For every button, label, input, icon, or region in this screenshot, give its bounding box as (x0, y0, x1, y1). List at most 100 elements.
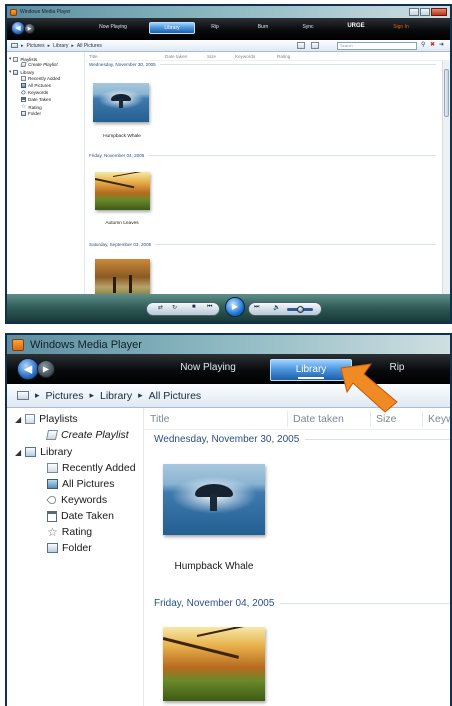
photo-thumbnail[interactable] (93, 83, 149, 122)
column-rating[interactable]: Rating (277, 54, 290, 59)
forward-button[interactable]: ▶ (24, 23, 35, 34)
clear-search-icon[interactable]: ✖ (430, 41, 435, 48)
sidebar-label: Create Playlist (61, 429, 129, 441)
tag-icon (20, 89, 27, 96)
forward-arrow-icon: ▶ (42, 364, 50, 374)
group-header[interactable]: Friday, November 04, 2005 (154, 598, 450, 609)
layout-options-icon[interactable] (297, 42, 305, 49)
photo-detail (129, 275, 132, 293)
volume-knob[interactable] (297, 306, 304, 313)
photo-thumbnail[interactable] (95, 259, 150, 299)
photo-thumbnail[interactable] (163, 464, 265, 535)
sidebar-item-keywords[interactable]: Keywords (46, 494, 107, 506)
column-title[interactable]: Title (150, 413, 169, 425)
maximize-icon[interactable] (420, 8, 430, 16)
breadcrumb-pictures[interactable]: Pictures (46, 390, 84, 402)
column-divider[interactable] (422, 411, 423, 427)
sidebar-item-folder[interactable]: Folder (47, 542, 92, 554)
sidebar-label: Keywords (28, 90, 49, 95)
tab-rip[interactable]: Rip (203, 24, 227, 30)
go-arrow-icon[interactable]: ➜ (439, 41, 444, 48)
breadcrumb-separator-icon: ▸ (89, 390, 94, 400)
column-divider[interactable] (287, 411, 288, 427)
sidebar-item-date-taken[interactable]: Date Taken (47, 510, 114, 522)
sidebar-item-playlists[interactable]: ◢ Playlists (15, 413, 78, 425)
sidebar-item-rating[interactable]: ☆ Rating (21, 104, 42, 110)
shuffle-icon[interactable]: ⇄ (158, 304, 163, 311)
sidebar-item-create-playlist[interactable]: Create Playlist (20, 62, 58, 67)
sidebar-label: Folder (62, 542, 92, 554)
sidebar-item-rating[interactable]: ☆ Rating (47, 526, 92, 538)
search-icon[interactable]: ⚲ (421, 41, 425, 48)
sidebar-label: Recently Added (28, 76, 61, 81)
breadcrumb-library[interactable]: Library (53, 43, 68, 49)
sidebar-item-date-taken[interactable]: Date Taken (21, 97, 51, 102)
column-title[interactable]: Title (89, 54, 98, 59)
breadcrumb-pictures[interactable]: Pictures (27, 43, 45, 49)
photo-thumbnail[interactable] (163, 627, 265, 701)
sidebar-item-keywords[interactable]: Keywords (20, 89, 49, 96)
sidebar-label: Date Taken (61, 510, 114, 522)
play-button[interactable]: ▶ (225, 297, 245, 317)
repeat-icon[interactable]: ↻ (172, 304, 177, 311)
search-input[interactable]: Search (337, 42, 417, 50)
calendar-icon (47, 510, 57, 522)
sidebar-item-folder[interactable]: Folder (21, 111, 41, 116)
previous-icon[interactable]: ⏮ (207, 304, 212, 311)
breadcrumb-library[interactable]: Library (100, 390, 132, 402)
scrollbar-thumb[interactable] (444, 69, 449, 117)
expand-arrow-icon[interactable]: ◢ (15, 415, 21, 424)
sidebar-label: All Pictures (62, 478, 115, 490)
star-icon: ☆ (47, 525, 58, 539)
breadcrumb-all-pictures[interactable]: All Pictures (77, 43, 102, 49)
forward-button[interactable]: ▶ (37, 360, 55, 378)
expand-arrow-icon[interactable]: ▾ (9, 56, 11, 62)
column-date-taken[interactable]: Date taken (165, 54, 187, 59)
view-options-icon[interactable] (311, 42, 319, 49)
tab-library[interactable]: Library (149, 22, 195, 34)
group-header[interactable]: Saturday, September 03, 2005 (89, 242, 450, 247)
tab-now-playing[interactable]: Now Playing (85, 24, 141, 30)
tab-sync[interactable]: Sync (295, 24, 321, 30)
mute-icon[interactable]: 🔈 (273, 304, 280, 311)
tab-urge[interactable]: URGE (341, 23, 371, 29)
group-date: Wednesday, November 30, 2005 (154, 434, 300, 445)
group-header[interactable]: Wednesday, November 30, 2005 (89, 62, 450, 67)
column-date-taken[interactable]: Date taken (293, 413, 344, 425)
breadcrumb-all-pictures[interactable]: All Pictures (149, 390, 202, 402)
title-bar[interactable]: Windows Media Player (7, 335, 450, 354)
column-size[interactable]: Size (376, 413, 396, 425)
sidebar-item-all-pictures[interactable]: All Pictures (47, 478, 115, 490)
tab-bar: ◀ ▶ Now Playing Library Rip Burn Sync UR… (7, 18, 450, 40)
minimize-icon[interactable] (409, 8, 419, 16)
folder-icon (47, 543, 58, 553)
sidebar-item-all-pictures[interactable]: All Pictures (21, 83, 51, 88)
expand-arrow-icon[interactable]: ◢ (15, 448, 21, 457)
close-icon[interactable] (431, 8, 447, 16)
window-controls (409, 8, 447, 16)
group-header[interactable]: Wednesday, November 30, 2005 (154, 434, 450, 445)
sidebar-item-recently-added[interactable]: Recently Added (47, 462, 136, 474)
photo-detail (119, 99, 123, 108)
tab-burn[interactable]: Burn (250, 24, 276, 30)
sign-in-link[interactable]: Sign In (387, 24, 415, 30)
tab-now-playing[interactable]: Now Playing (165, 362, 251, 373)
sidebar-item-recently-added[interactable]: Recently Added (21, 76, 60, 81)
column-keywords[interactable]: Keywo (428, 413, 450, 425)
sidebar-item-library[interactable]: ◢ Library (15, 446, 72, 458)
window-title: Windows Media Player (30, 338, 142, 351)
stop-icon[interactable]: ■ (192, 304, 196, 310)
photo-thumbnail[interactable] (95, 172, 150, 210)
vertical-scrollbar[interactable] (442, 61, 450, 294)
expand-arrow-icon[interactable]: ▾ (9, 69, 11, 75)
title-bar[interactable]: Windows Media Player (7, 6, 450, 18)
column-size[interactable]: Size (207, 54, 216, 59)
back-button[interactable]: ◀ (11, 21, 25, 35)
next-icon[interactable]: ⏭ (254, 304, 259, 311)
sidebar-item-create-playlist[interactable]: Create Playlist (45, 429, 129, 441)
back-button[interactable]: ◀ (17, 358, 39, 380)
group-divider (155, 244, 436, 245)
group-header[interactable]: Friday, November 04, 2005 (89, 153, 450, 158)
sidebar-item-library[interactable]: ▾ Library (9, 69, 34, 75)
column-keywords[interactable]: Keywords (235, 54, 255, 59)
